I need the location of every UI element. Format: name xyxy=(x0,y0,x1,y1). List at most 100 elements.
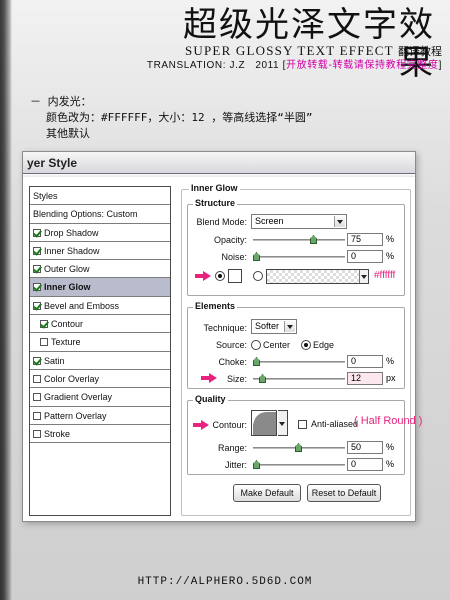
styles-list-label: Texture xyxy=(51,337,81,348)
noise-label: Noise: xyxy=(221,252,247,262)
jitter-input[interactable]: 0 xyxy=(347,458,383,471)
choke-slider[interactable] xyxy=(253,357,345,367)
subtitle-cn: 翻译教程 xyxy=(398,45,442,58)
contour-picker[interactable] xyxy=(251,410,277,436)
styles-list-item-gradient-overlay[interactable]: Gradient Overlay xyxy=(30,388,170,407)
opacity-slider-thumb[interactable] xyxy=(310,235,317,244)
inner-glow-checkbox[interactable] xyxy=(33,283,41,292)
noise-slider[interactable] xyxy=(253,252,345,262)
anti-aliased-checkbox[interactable] xyxy=(298,420,307,429)
source-center-label: Center xyxy=(263,340,291,350)
styles-list-item-styles[interactable]: Styles xyxy=(30,187,170,206)
range-label: Range: xyxy=(217,443,247,453)
chevron-down-icon xyxy=(284,321,295,332)
styles-list-item-pattern-overlay[interactable]: Pattern Overlay xyxy=(30,407,170,425)
anti-aliased-label: Anti-aliased xyxy=(311,419,359,429)
jitter-slider-track xyxy=(253,464,345,466)
styles-list-label: Drop Shadow xyxy=(44,227,99,238)
inner-shadow-checkbox[interactable] xyxy=(33,246,41,255)
styles-list-item-texture[interactable]: Texture xyxy=(30,333,170,352)
pink-arrow-icon xyxy=(195,271,211,281)
year: 2011 xyxy=(255,60,280,71)
styles-list-item-blending-options[interactable]: Blending Options: Custom xyxy=(30,205,170,224)
inner-glow-panel: Inner Glow Structure Blend Mode: Screen … xyxy=(181,182,422,517)
choke-label: Choke: xyxy=(218,357,247,367)
instruction-line-3: 其他默认 xyxy=(46,127,90,140)
styles-list-label: Blending Options: Custom xyxy=(33,209,138,220)
solid-color-radio[interactable] xyxy=(215,271,225,281)
range-slider-thumb[interactable] xyxy=(295,443,302,452)
range-input[interactable]: 50 xyxy=(347,441,383,454)
opacity-input[interactable]: 75 xyxy=(347,233,383,246)
gradient-radio[interactable] xyxy=(253,271,263,281)
instruction-line-1: － 内发光： xyxy=(30,95,92,108)
jitter-slider[interactable] xyxy=(253,460,345,470)
jitter-slider-thumb[interactable] xyxy=(253,460,260,469)
styles-list-label: Styles xyxy=(33,191,58,201)
gradient-picker[interactable] xyxy=(266,269,369,284)
choke-unit: % xyxy=(386,356,395,366)
noise-input[interactable]: 0 xyxy=(347,250,383,263)
styles-list-item-inner-shadow[interactable]: Inner Shadow xyxy=(30,242,170,261)
styles-list-item-color-overlay[interactable]: Color Overlay xyxy=(30,370,170,389)
range-unit: % xyxy=(386,442,395,452)
opacity-slider[interactable] xyxy=(253,235,345,245)
bevel-emboss-checkbox[interactable] xyxy=(33,301,41,310)
styles-list-item-bevel-emboss[interactable]: Bevel and Emboss xyxy=(30,297,170,316)
size-unit: px xyxy=(386,373,396,383)
texture-checkbox[interactable] xyxy=(40,338,48,347)
styles-list-item-drop-shadow[interactable]: Drop Shadow xyxy=(30,224,170,242)
technique-label: Technique: xyxy=(203,323,247,333)
make-default-button[interactable]: Make Default xyxy=(233,484,301,502)
reset-to-default-button[interactable]: Reset to Default xyxy=(307,484,381,502)
drop-shadow-checkbox[interactable] xyxy=(33,228,41,237)
subtitle-en: SUPER GLOSSY TEXT EFFECT xyxy=(184,43,394,58)
styles-list-item-contour[interactable]: Contour xyxy=(30,315,170,334)
page-title: 超级光泽文字效果 xyxy=(183,5,435,83)
size-slider-thumb[interactable] xyxy=(259,374,266,383)
styles-list-item-satin[interactable]: Satin xyxy=(30,352,170,370)
translation-line: TRANSLATION: J.Z 2011 [开放转载-转载请保持教程完整度] xyxy=(146,60,442,71)
elements-title: Elements xyxy=(193,301,238,311)
gradient-overlay-checkbox[interactable] xyxy=(33,393,41,402)
opacity-slider-track xyxy=(253,239,345,241)
jitter-unit: % xyxy=(386,459,395,469)
opacity-label: Opacity: xyxy=(213,235,247,245)
choke-slider-track xyxy=(253,361,345,363)
technique-value: Softer xyxy=(255,321,280,331)
chevron-down-icon xyxy=(359,270,368,283)
glow-color-swatch[interactable] xyxy=(228,269,242,283)
styles-list-item-outer-glow[interactable]: Outer Glow xyxy=(30,260,170,279)
styles-list-item-stroke[interactable]: Stroke xyxy=(30,425,170,444)
opacity-unit: % xyxy=(386,234,395,244)
size-input[interactable]: 12 xyxy=(347,372,383,385)
range-slider[interactable] xyxy=(253,443,345,453)
source-edge-label: Edge xyxy=(313,340,335,350)
choke-input[interactable]: 0 xyxy=(347,355,383,368)
styles-list-label: Color Overlay xyxy=(44,373,100,384)
technique-select[interactable]: Softer xyxy=(251,319,297,334)
contour-checkbox[interactable] xyxy=(40,320,48,329)
styles-list-item-inner-glow[interactable]: Inner Glow xyxy=(30,278,170,297)
contour-dropdown-button[interactable] xyxy=(278,410,288,436)
size-slider[interactable] xyxy=(253,374,345,384)
source-center-radio[interactable] xyxy=(251,340,261,350)
repost-notice: 开放转载-转载请保持教程完整度 xyxy=(286,60,439,71)
styles-list-label: Outer Glow xyxy=(44,264,90,275)
outer-glow-checkbox[interactable] xyxy=(33,265,41,274)
color-note: #ffffff xyxy=(374,270,396,281)
noise-slider-thumb[interactable] xyxy=(253,252,260,261)
color-overlay-checkbox[interactable] xyxy=(33,374,41,383)
satin-checkbox[interactable] xyxy=(33,356,41,365)
styles-list-label: Inner Shadow xyxy=(44,245,100,256)
blend-mode-select[interactable]: Screen xyxy=(251,214,347,229)
styles-list-label: Bevel and Emboss xyxy=(44,300,120,311)
choke-slider-thumb[interactable] xyxy=(253,357,260,366)
source-edge-radio[interactable] xyxy=(301,340,311,350)
structure-title: Structure xyxy=(193,198,238,208)
size-label: Size: xyxy=(226,374,247,384)
pattern-overlay-checkbox[interactable] xyxy=(33,411,41,420)
stroke-checkbox[interactable] xyxy=(33,429,41,438)
styles-list-label: Stroke xyxy=(44,428,71,439)
size-slider-track xyxy=(253,378,345,380)
